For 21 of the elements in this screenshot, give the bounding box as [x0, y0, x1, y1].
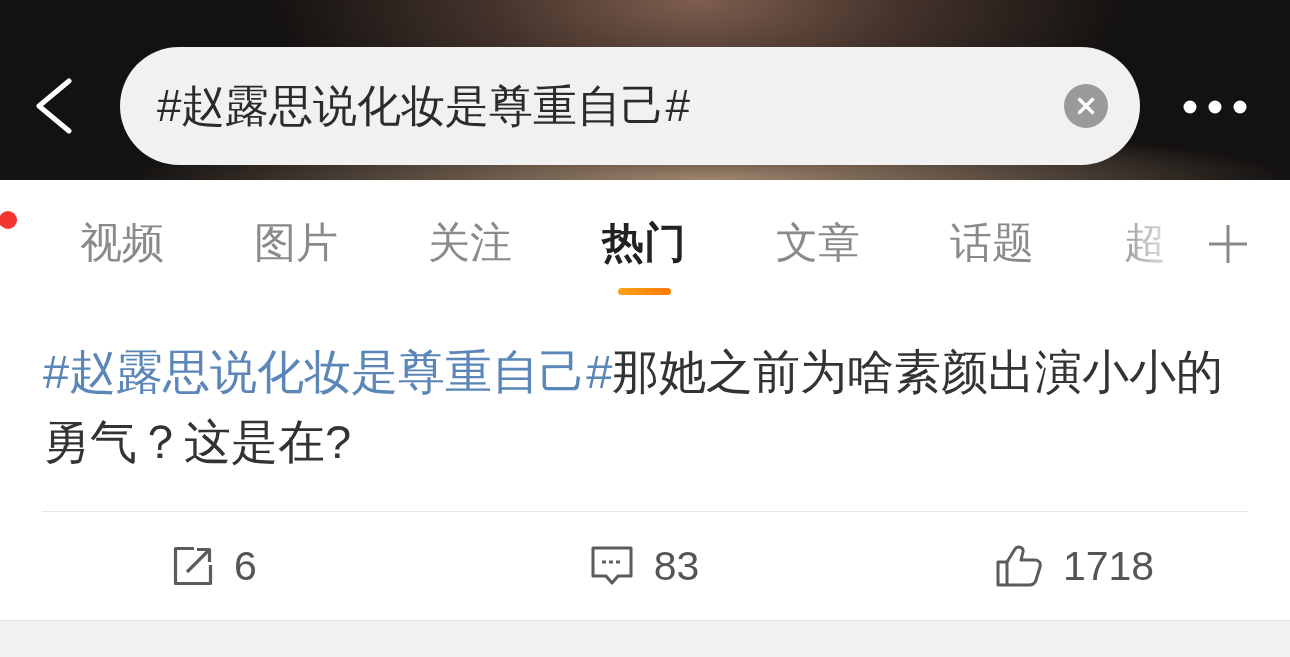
tab[interactable]: 关注 — [428, 180, 512, 300]
share-icon — [173, 546, 214, 586]
comment-button[interactable]: 83 — [590, 542, 700, 590]
repost-button[interactable]: 6 — [173, 542, 257, 590]
post-text: #赵露思说化妆是尊重自己#那她之前为啥素颜出演小小的勇气？这是在? — [43, 344, 1225, 470]
tab[interactable]: 话题 — [950, 180, 1034, 300]
comment-icon — [590, 546, 633, 586]
tab[interactable]: 超 — [1124, 180, 1166, 300]
back-icon[interactable] — [35, 78, 73, 134]
tab[interactable]: 图片 — [254, 180, 338, 300]
search-field[interactable]: #赵露思说化妆是尊重自己# — [157, 76, 1064, 136]
hashtag-link[interactable]: #赵露思说化妆是尊重自己# — [43, 345, 613, 398]
more-icon[interactable] — [1183, 100, 1247, 114]
thumbs-up-icon — [995, 545, 1042, 587]
tab[interactable]: 文章 — [776, 180, 860, 300]
search-bar[interactable]: #赵露思说化妆是尊重自己# — [120, 47, 1140, 165]
tab[interactable]: 热门 — [602, 180, 686, 300]
like-button[interactable]: 1718 — [995, 542, 1155, 590]
clear-icon[interactable] — [1064, 84, 1108, 128]
tab[interactable]: 视频 — [80, 180, 164, 300]
plus-icon[interactable] — [1208, 224, 1248, 264]
